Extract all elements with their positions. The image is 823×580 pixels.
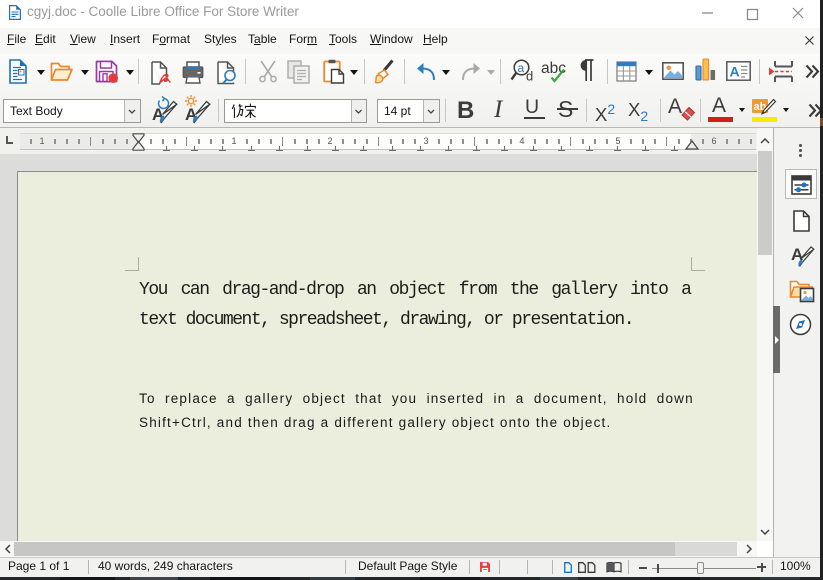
svg-text:A: A	[730, 64, 740, 80]
svg-text:abc: abc	[541, 60, 566, 77]
svg-text:a: a	[518, 61, 525, 75]
svg-text:d: d	[526, 69, 533, 84]
